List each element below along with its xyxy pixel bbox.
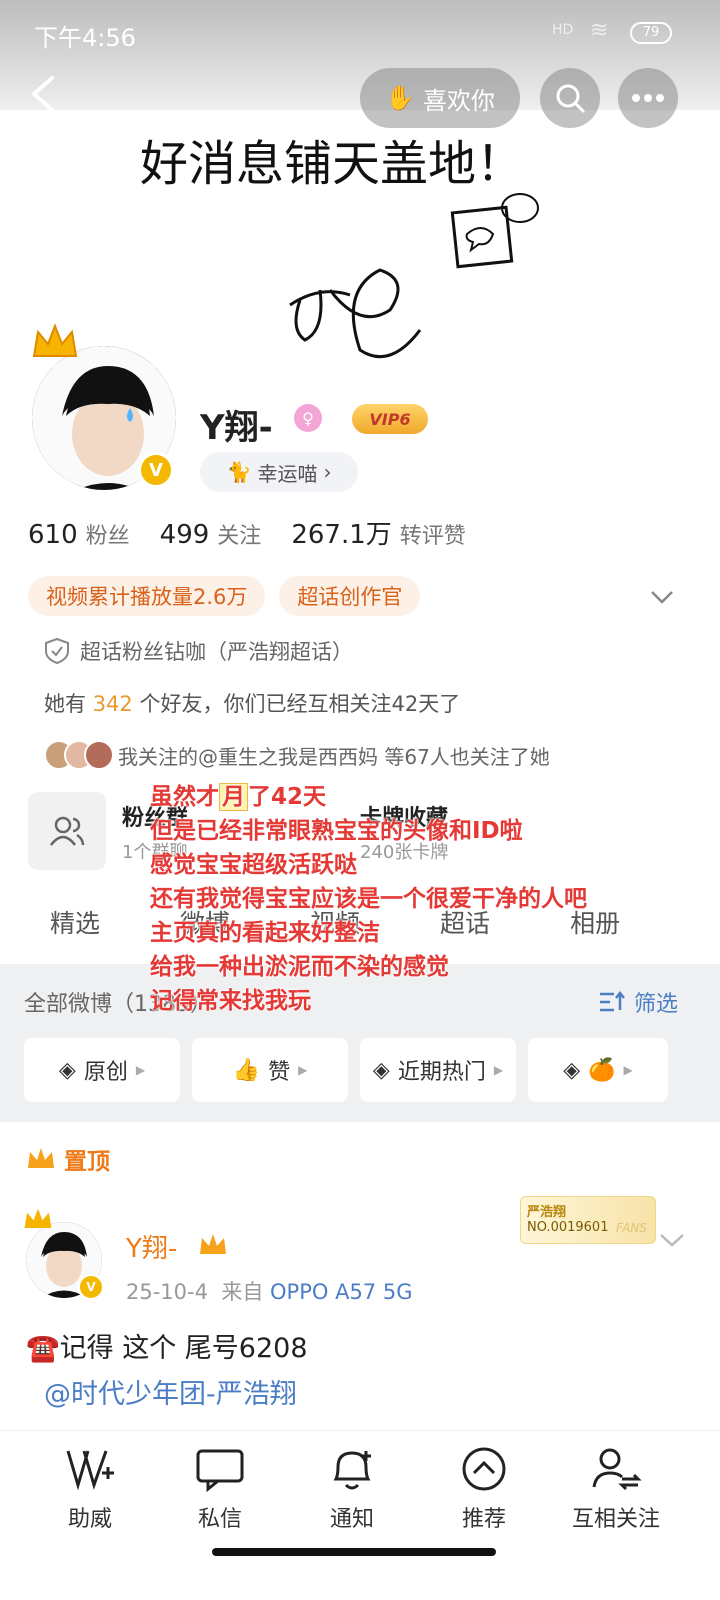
tag-super-topic-creator[interactable]: 超话创作官	[279, 576, 421, 616]
nav-messages[interactable]: 私信	[160, 1445, 280, 1533]
lucky-cat-badge[interactable]: 🐈 幸运喵 ›	[200, 452, 358, 492]
group-icon	[50, 816, 85, 846]
like-you-button[interactable]: ✋ 喜欢你	[360, 68, 520, 128]
more-dots-icon	[632, 94, 664, 102]
chevron-down-icon[interactable]	[658, 1230, 686, 1250]
profile-name: Y翔-	[200, 408, 273, 448]
triangle-right-icon: ▶	[623, 1063, 633, 1077]
chevron-down-icon[interactable]	[648, 584, 676, 608]
orange-icon: 🍊	[588, 1057, 616, 1083]
search-button[interactable]	[540, 68, 600, 128]
bell-icon	[333, 1451, 371, 1490]
triangle-right-icon: ▶	[135, 1063, 146, 1077]
fans-group-button[interactable]	[28, 792, 106, 870]
tab-featured[interactable]: 精选	[50, 904, 100, 940]
shield-icon	[45, 637, 69, 665]
profile-tags: 视频累计播放量2.6万 超话创作官	[28, 576, 421, 616]
super-topic-label: 超话粉丝钻咖（严浩翔超话）	[80, 640, 353, 664]
crown-icon	[28, 1148, 54, 1168]
signal-icon: HD	[552, 22, 574, 38]
status-time: 下午4:56	[34, 24, 136, 52]
cat-paw-icon: ✋	[385, 84, 415, 112]
overlay-annotation: 虽然才月了42天 但是已经非常眼熟宝宝的头像和ID啦 感觉宝宝超级活跃哒 还有我…	[150, 783, 587, 1014]
nav-mutual-follow[interactable]: 互相关注	[556, 1445, 676, 1533]
layers-icon: ◈	[563, 1057, 581, 1083]
nav-cheer[interactable]: 助威	[30, 1445, 150, 1533]
wifi-icon: ≋	[590, 18, 609, 43]
post-device[interactable]: OPPO A57 5G	[270, 1280, 412, 1304]
filter-icon	[600, 990, 625, 1012]
friends-count[interactable]: 342	[93, 692, 133, 716]
crown-icon	[24, 1208, 52, 1228]
female-icon: ♀	[294, 404, 322, 432]
chevron-left-icon	[30, 76, 54, 112]
filter-button[interactable]: 筛选	[598, 986, 678, 1018]
mutual-follow-text: 我关注的@重生之我是西西妈 等67人也关注了她	[118, 744, 550, 769]
post-text: ☎️记得 这个 尾号6208	[26, 1333, 308, 1364]
stat-following[interactable]: 499 关注	[160, 518, 262, 550]
thumbs-up-icon: 👍	[232, 1057, 261, 1083]
home-indicator[interactable]	[212, 1548, 496, 1556]
verified-badge-icon: V	[138, 452, 174, 488]
stat-likes[interactable]: 267.1万 转评赞	[291, 514, 465, 551]
super-topic-fan[interactable]: 超话粉丝钻咖（严浩翔超话）	[44, 636, 353, 666]
pinned-label: 置顶	[26, 1142, 110, 1176]
like-you-label: 喜欢你	[422, 86, 495, 115]
mutual-followers[interactable]: 我关注的@重生之我是西西妈 等67人也关注了她	[44, 740, 550, 770]
triangle-right-icon: ▶	[298, 1063, 308, 1077]
avatar	[84, 740, 114, 770]
tag-video-plays[interactable]: 视频累计播放量2.6万	[28, 576, 266, 616]
chip-liked[interactable]: 👍 赞 ▶	[192, 1038, 348, 1102]
post-date: 25-10-4	[126, 1280, 208, 1304]
search-icon	[556, 84, 585, 113]
back-button[interactable]	[26, 74, 62, 114]
verified-badge-icon: V	[78, 1274, 104, 1300]
post-author-name[interactable]: Y翔-	[126, 1228, 177, 1265]
message-icon	[196, 1449, 244, 1493]
bottom-navigation: 助威 私信 通知 推荐 互相关注	[0, 1430, 720, 1600]
status-bar: 下午4:56 HD ≋ 79	[0, 0, 720, 70]
signature-text: 好消息铺天盖地！	[140, 136, 524, 192]
up-arrow-circle-icon	[462, 1447, 506, 1491]
chip-recent-hot[interactable]: ◈ 近期热门 ▶	[360, 1038, 516, 1102]
nav-notifications[interactable]: 通知	[292, 1445, 412, 1533]
vip-crown-icon	[200, 1234, 226, 1254]
chevron-right-icon: ›	[323, 460, 332, 484]
layers-icon: ◈	[58, 1057, 76, 1083]
cat-icon: 🐈	[226, 460, 252, 484]
layers-icon: ◈	[372, 1057, 390, 1083]
more-button[interactable]	[618, 68, 678, 128]
profile-stats: 610 粉丝 499 关注 267.1万 转评赞	[28, 514, 466, 551]
battery-icon: 79	[630, 22, 672, 44]
chip-orange[interactable]: ◈ 🍊 ▶	[528, 1038, 668, 1102]
lucky-label: 幸运喵	[257, 461, 318, 486]
triangle-right-icon: ▶	[493, 1063, 504, 1077]
fans-card-badge[interactable]: 严浩翔 NO.0019601 FANS	[520, 1196, 656, 1244]
nav-recommend[interactable]: 推荐	[424, 1445, 544, 1533]
vip-badge[interactable]: VIP6	[352, 404, 428, 434]
mutual-avatars	[44, 740, 114, 770]
crown-icon	[32, 323, 78, 357]
cheer-icon	[66, 1450, 114, 1491]
stat-fans[interactable]: 610 粉丝	[28, 518, 130, 550]
friends-info: 她有 342 个好友，你们已经互相关注42天了	[44, 692, 461, 716]
mutual-follow-icon	[592, 1448, 642, 1491]
post-meta: 25-10-4 来自 OPPO A57 5G	[126, 1280, 413, 1304]
post-mention-link[interactable]: @时代少年团-严浩翔	[44, 1372, 297, 1411]
chip-original[interactable]: ◈ 原创 ▶	[24, 1038, 180, 1102]
feed-chips: ◈ 原创 ▶ 👍 赞 ▶ ◈ 近期热门 ▶ ◈ 🍊 ▶	[24, 1038, 668, 1102]
